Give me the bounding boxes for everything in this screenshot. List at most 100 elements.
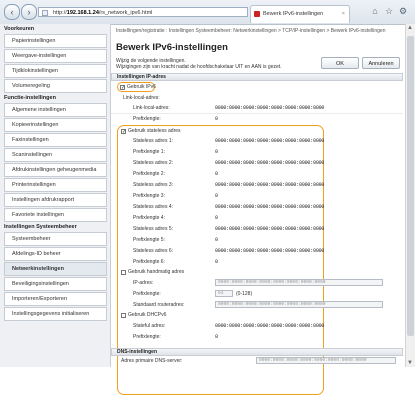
scroll-down-icon[interactable]: ▼ xyxy=(407,360,413,366)
gear-icon[interactable]: ⚙ xyxy=(398,6,408,16)
manual-address-checkbox[interactable] xyxy=(121,269,126,275)
stateless-row-label: Prefixlengte 4: xyxy=(133,215,165,221)
stateless-row-value: 0 xyxy=(215,237,218,243)
stateless-row-label: Stateless adres 2: xyxy=(133,160,174,166)
sidebar-header-system: Instellingen Systeembeheer xyxy=(4,224,77,230)
stateless-row-value: 0000:0000:0000:0000:0000:0000:0000:0000 xyxy=(215,226,325,232)
sidebar-item-fax[interactable]: Faxinstellingen xyxy=(4,133,107,147)
back-icon: ‹ xyxy=(10,7,14,17)
sidebar-item-printer[interactable]: Printerinstellingen xyxy=(4,178,107,192)
stateless-row-label: Stateless adres 3: xyxy=(133,182,174,188)
sidebar-item-report[interactable]: Instellingen afdrukrapport xyxy=(4,193,107,207)
sidebar-item-favorites[interactable]: Favoriete instellingen xyxy=(4,208,107,222)
stateless-row-label: Stateless adres 4: xyxy=(133,204,174,210)
breadcrumb: Instellingen/registratie : Instellingen … xyxy=(116,28,386,34)
link-local-address-label: Link-local-adres: xyxy=(133,105,170,111)
browser-toolbar: ‹ › http://192.168.1.24/rs_network_ipv6.… xyxy=(0,0,415,25)
stateless-row-value: 0000:0000:0000:0000:0000:0000:0000:0000 xyxy=(215,138,325,144)
back-button[interactable]: ‹ xyxy=(4,4,20,20)
sidebar-item-display[interactable]: Weergave-instellingen xyxy=(4,49,107,63)
stateless-row-label: Prefixlengte 3: xyxy=(133,193,165,199)
manual-router-label: Standaard routeradres: xyxy=(133,302,185,308)
address-bar[interactable]: http://192.168.1.24/rs_network_ipv6.html xyxy=(38,7,248,17)
stateless-checkbox[interactable]: ✓ xyxy=(121,128,126,134)
stateless-row-label: Prefixlengte 1: xyxy=(133,149,165,155)
close-tab-icon[interactable]: × xyxy=(342,6,345,22)
dns-primary-input[interactable]: 0000:0000:0000:0000:0000:0000:0000:0000 xyxy=(256,357,396,364)
page-title: Bewerk IPv6-instellingen xyxy=(116,42,228,53)
address-path: /rs_network_ipv6.html xyxy=(98,10,153,16)
instruction-line: Wijzigingen zijn van kracht nadat de hoo… xyxy=(116,64,282,70)
stateless-row-value: 0 xyxy=(215,193,218,199)
stateless-row-label: Prefixlengte 5: xyxy=(133,237,165,243)
sidebar-item-network[interactable]: Netwerkinstellingen xyxy=(4,262,107,276)
stateless-row-value: 0000:0000:0000:0000:0000:0000:0000:0000 xyxy=(215,248,325,254)
main-content: Instellingen/registratie : Instellingen … xyxy=(111,24,404,395)
dhcpv6-checkbox[interactable] xyxy=(121,312,126,318)
browser-tab[interactable]: Bewerk IPv6-instellingen × xyxy=(250,5,350,23)
favicon-icon xyxy=(254,11,260,17)
dhcpv6-prefix-value: 0 xyxy=(215,334,218,340)
tab-title: Bewerk IPv6-instellingen xyxy=(263,11,324,17)
dhcpv6-prefix-label: Prefixlengte: xyxy=(133,334,161,340)
page-icon xyxy=(42,10,48,16)
scrollbar[interactable]: ▲ ▼ xyxy=(405,24,415,367)
sidebar-item-scan[interactable]: Scaninstellingen xyxy=(4,148,107,162)
stateless-row-label: Stateless adres 1: xyxy=(133,138,174,144)
row-divider xyxy=(111,113,403,114)
home-icon[interactable]: ⌂ xyxy=(370,6,380,16)
stateless-row-value: 0 xyxy=(215,149,218,155)
instruction-text: Wijzig de volgende instellingen. Wijzigi… xyxy=(116,58,316,70)
scrollbar-thumb[interactable] xyxy=(407,36,414,336)
sidebar-item-paper[interactable]: Papierinstellingen xyxy=(4,34,107,48)
scroll-up-icon[interactable]: ▲ xyxy=(407,25,413,31)
sidebar-item-import-export[interactable]: Importeren/Exporteren xyxy=(4,292,107,306)
dns-section-header: DNS-instellingen xyxy=(111,348,403,356)
sidebar-header-preferences: Voorkeuren xyxy=(4,26,35,32)
stateless-row-value: 0 xyxy=(215,171,218,177)
ip-section-header: Instellingen IP-adres xyxy=(111,73,403,81)
sidebar-item-copy[interactable]: Kopieerinstellingen xyxy=(4,118,107,132)
sidebar-item-general[interactable]: Algemene instellingen xyxy=(4,103,107,117)
manual-ip-input[interactable]: 0000:0000:0000:0000:0000:0000:0000:0000 xyxy=(215,279,383,286)
sidebar-item-dept-id[interactable]: Afdelings-ID beheer xyxy=(4,247,107,261)
sidebar-header-function: Functie-instellingen xyxy=(4,95,56,101)
stateless-row-value: 0000:0000:0000:0000:0000:0000:0000:0000 xyxy=(215,204,325,210)
use-ipv6-label: Gebruik IPv6 xyxy=(127,84,156,90)
stateless-row-label: Prefixlengte 2: xyxy=(133,171,165,177)
dhcpv6-label: Gebruik DHCPv6 xyxy=(128,312,167,318)
manual-router-input[interactable]: 0000:0000:0000:0000:0000:0000:0000:0000 xyxy=(215,301,383,308)
manual-prefix-input[interactable]: 64 xyxy=(215,290,233,297)
stateless-row-label: Stateless adres 5: xyxy=(133,226,174,232)
address-host: 192.168.1.24 xyxy=(66,10,99,16)
sidebar-item-volume[interactable]: Volumeregeling xyxy=(4,79,107,93)
sidebar-item-timer[interactable]: Tijdklokinstellingen xyxy=(4,64,107,78)
forward-button[interactable]: › xyxy=(21,4,37,20)
link-local-prefix-value: 0 xyxy=(215,116,218,122)
stateless-row-value: 0 xyxy=(215,259,218,265)
dhcpv6-stateful-label: Stateful adres: xyxy=(133,323,166,329)
stateless-row-label: Prefixlengte 6: xyxy=(133,259,165,265)
ok-button[interactable]: OK xyxy=(321,57,359,69)
stateless-row-value: 0000:0000:0000:0000:0000:0000:0000:0000 xyxy=(215,182,325,188)
dhcpv6-stateful-value: 0000:0000:0000:0000:0000:0000:0000:0000 xyxy=(215,323,325,329)
sidebar-item-system-mgmt[interactable]: Systeembeheer xyxy=(4,232,107,246)
stateless-row-label: Stateless adres 6: xyxy=(133,248,174,254)
dns-primary-label: Adres primaire DNS-server: xyxy=(121,358,183,364)
use-ipv6-checkbox[interactable]: ✓ xyxy=(120,84,125,90)
link-local-address-value: 0000:0000:0000:0000:0000:0000:0000:0000 xyxy=(215,105,325,111)
sidebar-item-initialize[interactable]: Instellingsgegevens initialiseren xyxy=(4,307,107,321)
manual-address-label: Gebruik handmatig adres xyxy=(128,269,185,275)
manual-ip-label: IP-adres: xyxy=(133,280,154,286)
sidebar: Voorkeuren Papierinstellingen Weergave-i… xyxy=(0,24,111,367)
star-icon[interactable]: ☆ xyxy=(384,6,394,16)
sidebar-item-media-print[interactable]: Afdrukinstellingen geheugenmedia xyxy=(4,163,107,177)
manual-prefix-range: (0-128) xyxy=(236,291,253,297)
link-local-header: Link-local-adres: xyxy=(123,95,160,101)
manual-prefix-label: Prefixlengte: xyxy=(133,291,161,297)
sidebar-item-security[interactable]: Beveiligingsinstellingen xyxy=(4,277,107,291)
link-local-prefix-label: Prefixlengte: xyxy=(133,116,161,122)
stateless-row-value: 0 xyxy=(215,215,218,221)
stateless-label: Gebruik stateless adres xyxy=(128,128,181,134)
cancel-button[interactable]: Annuleren xyxy=(362,57,400,69)
